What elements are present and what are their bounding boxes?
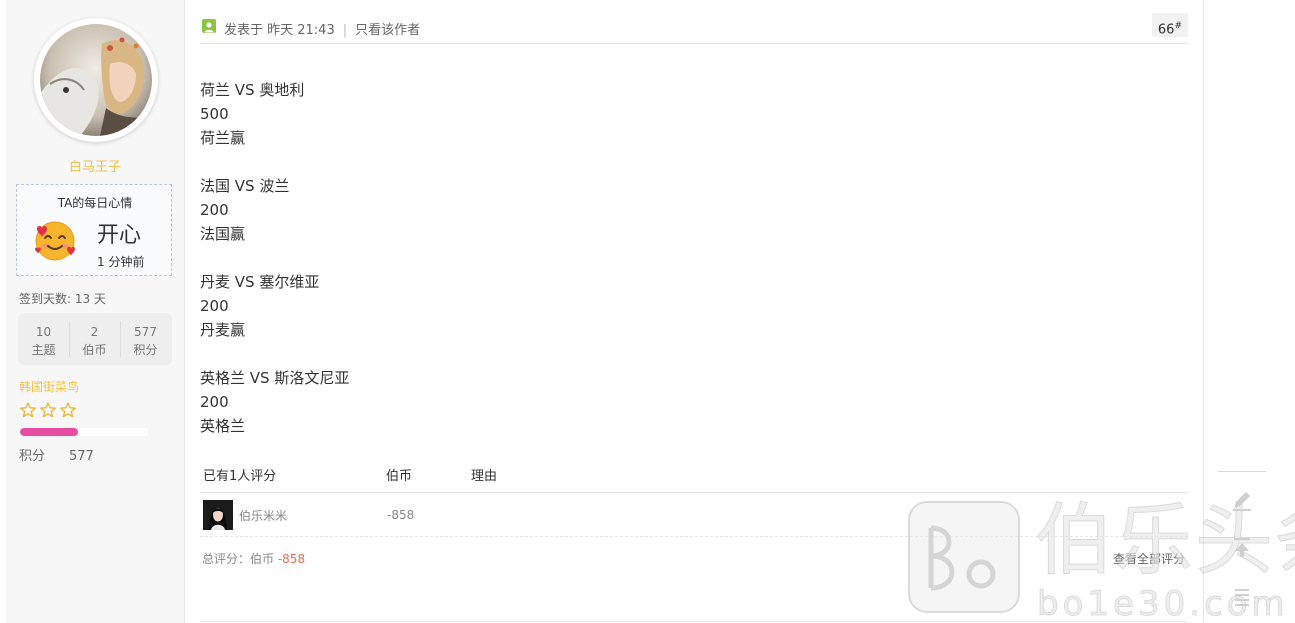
post-content-line: 200: [200, 201, 229, 219]
stat-coins-value: 2: [90, 325, 99, 339]
mood-time: 1 分钟前: [97, 255, 145, 269]
post-content-line: 500: [200, 105, 229, 123]
points-label: 积分: [19, 449, 46, 464]
post-content-line: 荷兰 VS 奥地利: [200, 81, 305, 99]
forum-post-page: 白马王子 TA的每日心情 开心 1 分钟前 签到天数: 13 天 10 主题 2…: [0, 0, 1295, 623]
avatar-frame: [34, 18, 158, 142]
points-row: 积分 577: [19, 445, 94, 464]
star-outline-icon: [60, 402, 76, 418]
meta-separator: |: [342, 23, 348, 38]
stat-points-label: 积分: [133, 343, 158, 357]
post-paragraph-gap: [200, 246, 349, 270]
rating-row: 伯乐米米 -858: [200, 493, 1188, 537]
post-divider: [200, 621, 1188, 622]
avatar[interactable]: [40, 24, 152, 136]
rating-total-label: 总评分：伯币: [202, 552, 275, 566]
post-content-line: 丹麦 VS 塞尔维亚: [200, 273, 320, 291]
rater-avatar[interactable]: [203, 500, 233, 530]
post-header: 发表于 昨天 21:43 | 只看该作者 66#: [200, 0, 1188, 44]
points-value: 577: [69, 449, 94, 464]
rating-total-value: -858: [277, 552, 306, 566]
stat-coins-label: 伯币: [82, 343, 107, 357]
signin-days: 签到天数: 13 天: [19, 292, 106, 306]
stat-threads-label: 主题: [31, 343, 56, 357]
rank-stars: [19, 401, 79, 419]
rating-header: 已有1人评分 伯币 理由: [200, 462, 1188, 493]
post-meta: 发表于 昨天 21:43 | 只看该作者: [224, 19, 420, 38]
smiling-face-with-hearts-icon: [33, 219, 77, 263]
post-paragraph-gap: [200, 150, 349, 174]
floor-number-suffix: #: [1174, 21, 1182, 31]
stat-threads-value: 10: [35, 325, 52, 339]
author-username[interactable]: 白马王子: [6, 156, 184, 175]
only-author-link[interactable]: 只看该作者: [355, 23, 420, 38]
back-to-top-icon[interactable]: [1230, 536, 1254, 560]
post-content-line: 200: [200, 393, 229, 411]
post-content-line: 荷兰赢: [200, 129, 246, 147]
star-outline-icon: [40, 402, 56, 418]
user-group-title[interactable]: 韩国街菜鸟: [19, 378, 79, 395]
post-content-line: 法国赢: [200, 225, 246, 243]
rating-total: 总评分：伯币 -858: [202, 550, 305, 567]
floor-number-value: 66: [1157, 22, 1175, 38]
list-icon[interactable]: [1230, 584, 1254, 608]
post-time: 发表于 昨天 21:43: [224, 23, 335, 38]
daily-mood-box: TA的每日心情 开心 1 分钟前: [16, 184, 172, 276]
post-content-line: 丹麦赢: [200, 321, 246, 339]
stat-points[interactable]: 577 积分: [120, 323, 171, 359]
edit-icon[interactable]: [1230, 488, 1254, 512]
floor-number[interactable]: 66#: [1151, 13, 1188, 38]
rater-username[interactable]: 伯乐米米: [239, 507, 287, 524]
stat-points-value: 577: [134, 325, 157, 339]
rating-reason-header: 理由: [471, 469, 498, 484]
author-sidebar: 白马王子 TA的每日心情 开心 1 分钟前 签到天数: 13 天 10 主题 2…: [6, 0, 185, 623]
view-all-ratings-link[interactable]: 查看全部评分: [1113, 550, 1185, 567]
stat-threads[interactable]: 10 主题: [18, 323, 69, 359]
author-stats: 10 主题 2 伯币 577 积分: [18, 313, 172, 365]
rating-currency-header: 伯币: [386, 469, 413, 484]
star-outline-icon: [20, 402, 36, 418]
rank-progress-bar: [20, 428, 148, 436]
online-status-icon: [202, 19, 216, 33]
rank-progress-fill: [20, 428, 78, 436]
mood-value: 开心: [97, 223, 142, 248]
post-content-line: 法国 VS 波兰: [200, 177, 290, 195]
rating-count: 已有1人评分: [203, 469, 277, 484]
post-body: 荷兰 VS 奥地利 500 荷兰赢法国 VS 波兰 200 法国赢丹麦 VS 塞尔维亚 2…: [200, 78, 349, 438]
mood-title: TA的每日心情: [57, 196, 133, 210]
post-paragraph-gap: [200, 342, 349, 366]
post-content-line: 英格兰: [200, 417, 246, 435]
post-content-line: 200: [200, 297, 229, 315]
stat-coins[interactable]: 2 伯币: [69, 323, 120, 359]
floating-toolbar: [1218, 471, 1266, 623]
post-content-area: 发表于 昨天 21:43 | 只看该作者 66# 荷兰 VS 奥地利 500 荷兰赢法国…: [186, 0, 1204, 623]
rating-amount: -858: [387, 508, 415, 522]
post-content-line: 英格兰 VS 斯洛文尼亚: [200, 369, 350, 387]
